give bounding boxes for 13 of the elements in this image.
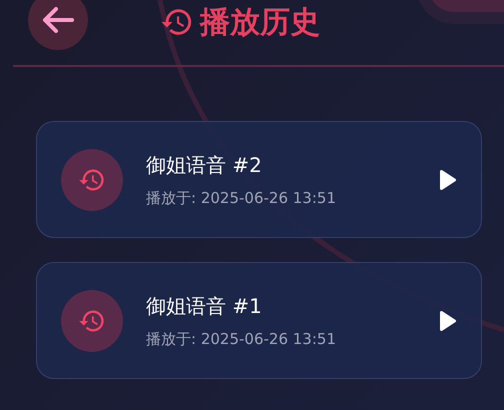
track-title: 御姐语音 #1 <box>146 292 263 320</box>
history-card[interactable]: 御姐语音 #2 播放于: 2025-06-26 13:51 <box>36 121 482 238</box>
play-icon <box>437 168 457 190</box>
play-icon <box>437 310 457 332</box>
page-title: 播放历史 <box>200 4 320 42</box>
track-title: 御姐语音 #2 <box>146 152 263 178</box>
play-button[interactable] <box>437 310 457 332</box>
history-card[interactable]: 御姐语音 #1 播放于: 2025-06-26 13:51 <box>36 262 482 379</box>
play-button[interactable] <box>437 168 457 190</box>
back-arrow-icon <box>41 6 75 34</box>
played-time: 播放于: 2025-06-26 13:51 <box>146 188 337 208</box>
played-time: 播放于: 2025-06-26 13:51 <box>146 330 337 348</box>
back-button[interactable] <box>28 0 88 50</box>
